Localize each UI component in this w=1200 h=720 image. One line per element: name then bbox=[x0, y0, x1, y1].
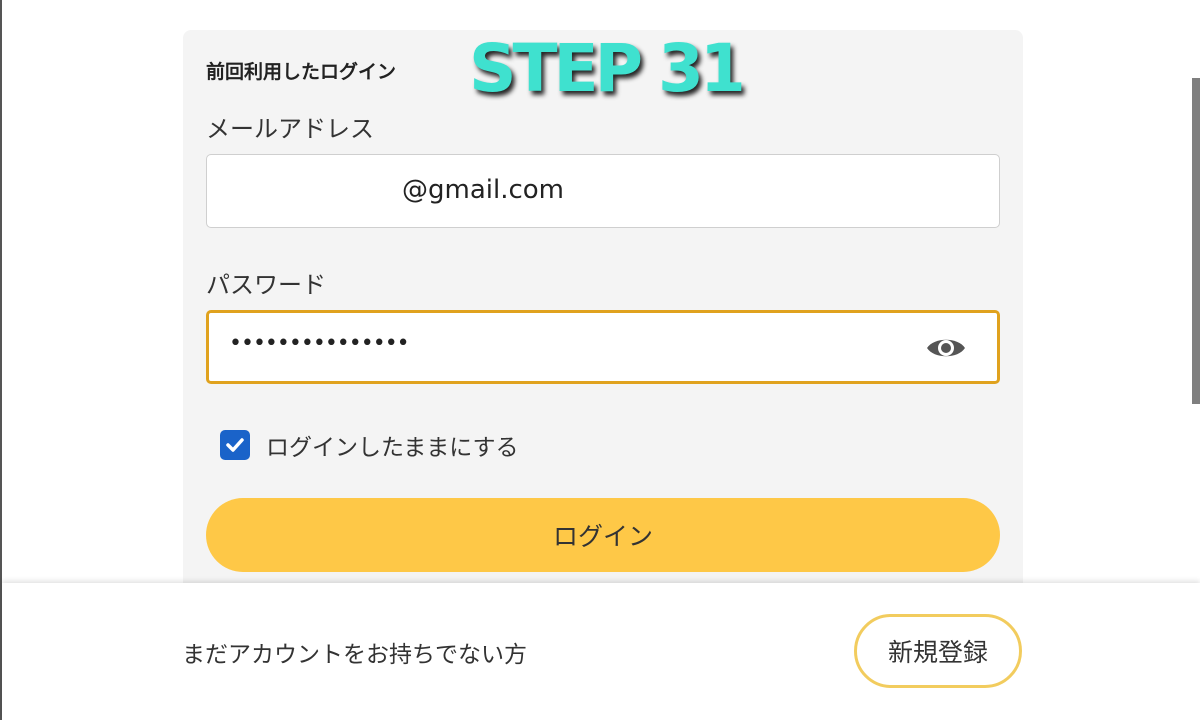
remember-me-checkbox[interactable] bbox=[220, 430, 250, 460]
eye-icon[interactable] bbox=[925, 333, 967, 363]
scrollbar-thumb[interactable] bbox=[1192, 78, 1200, 404]
checkmark-icon bbox=[226, 438, 244, 452]
email-label: メールアドレス bbox=[206, 115, 374, 143]
password-label: パスワード bbox=[206, 271, 326, 299]
login-page: 前回利用したログイン STEP 31 メールアドレス @gmail.com パス… bbox=[0, 0, 1200, 720]
no-account-text: まだアカウントをお持ちでない方 bbox=[182, 642, 527, 668]
email-field[interactable]: @gmail.com bbox=[206, 154, 1000, 228]
step-overlay-label: STEP 31 bbox=[469, 30, 746, 107]
remember-me-row[interactable]: ログインしたままにする bbox=[220, 428, 519, 462]
login-button[interactable]: ログイン bbox=[206, 498, 1000, 572]
password-masked-value: ••••••••••••••• bbox=[229, 331, 410, 356]
login-card: 前回利用したログイン STEP 31 メールアドレス @gmail.com パス… bbox=[183, 30, 1023, 610]
section-title: 前回利用したログイン bbox=[206, 61, 397, 83]
password-field[interactable]: ••••••••••••••• bbox=[206, 310, 1000, 384]
register-button[interactable]: 新規登録 bbox=[854, 614, 1022, 688]
remember-me-label: ログインしたままにする bbox=[266, 435, 519, 461]
footer-bar: まだアカウントをお持ちでない方 新規登録 bbox=[2, 583, 1200, 720]
email-value: @gmail.com bbox=[402, 175, 565, 205]
